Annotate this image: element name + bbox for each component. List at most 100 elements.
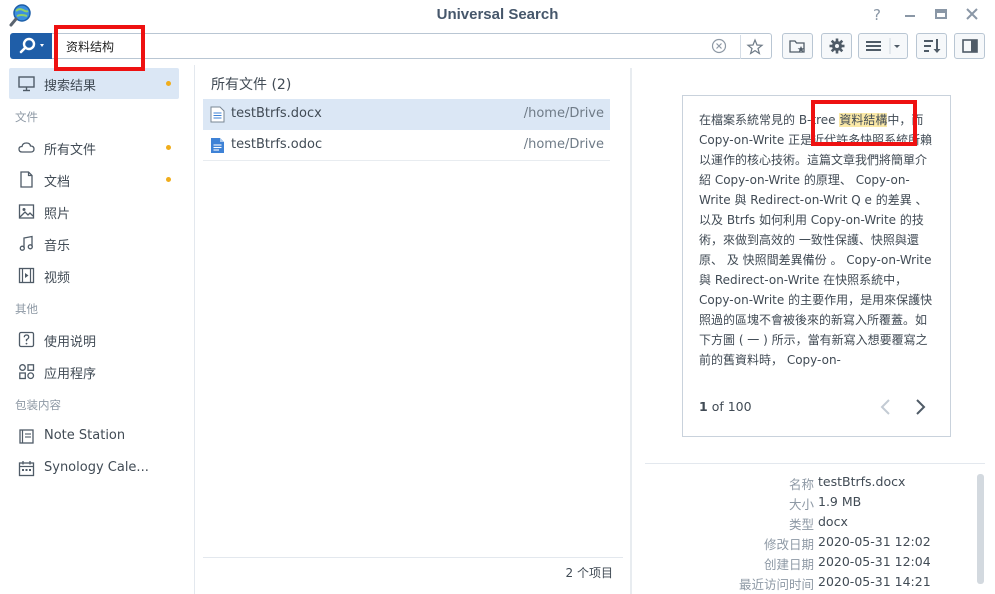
sidebar-item-search-results[interactable]: 搜索结果: [9, 68, 179, 99]
sidebar-item-documents[interactable]: 文档: [9, 164, 179, 195]
panel-divider[interactable]: [630, 68, 632, 594]
detail-key: 名称: [788, 477, 814, 492]
sidebar: 搜索结果 文件 所有文件 文档 照片 音乐 视频 其他 使用说明 应用程序 包装…: [0, 65, 195, 594]
detail-row-name: 名称 testBtrfs.docx: [645, 472, 975, 492]
close-icon[interactable]: [962, 5, 982, 25]
sidebar-item-apps[interactable]: 应用程序: [9, 356, 179, 387]
detail-row-modified: 修改日期 2020-05-31 12:02: [645, 532, 975, 552]
result-name: testBtrfs.odoc: [231, 137, 323, 152]
calendar-icon: [18, 461, 35, 477]
sidebar-item-label: 照片: [44, 207, 71, 222]
image-icon: [18, 204, 35, 219]
sidebar-item-calendar[interactable]: Synology Cale...: [9, 453, 179, 484]
detail-row-created: 创建日期 2020-05-31 12:04: [645, 552, 975, 572]
sidebar-item-label: 音乐: [44, 239, 71, 254]
sidebar-item-all-files[interactable]: 所有文件: [9, 132, 179, 163]
favorite-star-icon[interactable]: [740, 35, 766, 59]
sidebar-section-other: 其他: [15, 302, 38, 316]
annotation-box-search: [54, 25, 145, 71]
result-path: /home/Drive: [523, 106, 604, 121]
sidebar-item-label: 使用说明: [44, 335, 97, 350]
sidebar-item-music[interactable]: 音乐: [9, 228, 179, 259]
detail-key: 类型: [788, 517, 814, 532]
total-pages: of 100: [711, 399, 752, 414]
page-indicator: 1 of 100: [699, 399, 752, 414]
preview-panel-icon: [961, 39, 978, 53]
sidebar-item-videos[interactable]: 视频: [9, 260, 179, 291]
apps-icon: [19, 364, 35, 380]
document-icon: [20, 171, 33, 188]
new-results-dot: [166, 145, 171, 150]
detail-key: 最近访问时间: [738, 577, 814, 592]
sidebar-item-label: 应用程序: [44, 367, 97, 382]
detail-row-size: 大小 1.9 MB: [645, 492, 975, 512]
search-button[interactable]: [10, 33, 52, 59]
detail-value: 2020-05-31 12:04: [818, 554, 931, 569]
sidebar-item-note-station[interactable]: Note Station: [9, 421, 179, 452]
preview-text: 在檔案系統常見的 B-tree 資料結構中，而 Copy-on-Write 正是…: [699, 110, 935, 376]
sidebar-item-help[interactable]: 使用说明: [9, 324, 179, 355]
view-menu-icon: [866, 38, 900, 54]
sidebar-item-label: 视频: [44, 271, 71, 286]
new-results-dot: [166, 81, 171, 86]
results-footer: 2 个项目: [203, 557, 623, 581]
docx-file-icon: [210, 106, 225, 123]
result-row[interactable]: testBtrfs.docx /home/Drive: [203, 99, 610, 130]
result-row[interactable]: testBtrfs.odoc /home/Drive: [203, 130, 610, 161]
detail-key: 修改日期: [763, 537, 814, 552]
window-title: Universal Search: [436, 6, 559, 23]
sidebar-item-label: 文档: [44, 175, 71, 190]
sidebar-item-label: 所有文件: [44, 143, 97, 158]
sidebar-item-label: 搜索结果: [44, 79, 97, 94]
annotation-box-highlight: [811, 100, 917, 146]
saved-searches-icon: [788, 40, 805, 53]
results-panel: 所有文件 (2) testBtrfs.docx /home/Drive test…: [196, 65, 630, 594]
current-page: 1: [699, 399, 708, 414]
search-field[interactable]: [52, 33, 772, 59]
minimize-icon[interactable]: [900, 5, 920, 25]
result-path: /home/Drive: [523, 137, 604, 152]
detail-key: 大小: [788, 497, 814, 512]
help-icon: [18, 331, 35, 348]
chevron-right-icon[interactable]: [913, 398, 927, 416]
settings-icon: [829, 38, 844, 54]
result-name: testBtrfs.docx: [231, 106, 322, 121]
sort-button[interactable]: [916, 33, 947, 59]
search-icon: [19, 37, 44, 54]
cloud-icon: [18, 142, 35, 153]
detail-key: 创建日期: [763, 557, 814, 572]
music-icon: [19, 235, 33, 251]
new-results-dot: [166, 177, 171, 182]
chevron-left-icon[interactable]: [879, 398, 893, 416]
clear-icon[interactable]: [711, 38, 727, 54]
sidebar-item-label: Synology Cale...: [44, 460, 149, 475]
details-scrollbar[interactable]: [977, 474, 984, 584]
view-menu-button[interactable]: [858, 33, 908, 59]
title-bar: Universal Search ?: [0, 0, 995, 30]
sidebar-section-files: 文件: [15, 110, 38, 124]
details-divider: [645, 463, 985, 464]
universal-search-window: Universal Search ? 资料结构 搜索结果 文件 所有文件 文档 …: [0, 0, 995, 594]
detail-value: 1.9 MB: [818, 494, 862, 509]
preview-panel-button[interactable]: [954, 33, 985, 59]
detail-value: testBtrfs.docx: [818, 474, 906, 489]
detail-value: 2020-05-31 14:21: [818, 574, 931, 589]
search-input[interactable]: [66, 37, 686, 56]
odoc-file-icon: [211, 138, 224, 153]
sidebar-item-photos[interactable]: 照片: [9, 196, 179, 227]
detail-row-accessed: 最近访问时间 2020-05-31 14:21: [645, 572, 975, 592]
sidebar-section-packages: 包装内容: [15, 398, 61, 412]
preview-panel: 在檔案系統常見的 B-tree 資料結構中，而 Copy-on-Write 正是…: [682, 95, 951, 437]
results-title: 所有文件 (2): [211, 77, 292, 93]
detail-value: 2020-05-31 12:02: [818, 534, 931, 549]
detail-value: docx: [818, 514, 848, 529]
saved-searches-button[interactable]: [782, 33, 813, 59]
sort-icon: [923, 39, 940, 53]
detail-row-type: 类型 docx: [645, 512, 975, 532]
maximize-icon[interactable]: [931, 5, 951, 25]
results-count: 2 个项目: [565, 566, 613, 580]
preview-text-after: 中，而 Copy-on-Write 正是近代許多快照系統所賴以運作的核心技術。這…: [699, 113, 933, 367]
help-icon[interactable]: ?: [867, 5, 887, 25]
settings-button[interactable]: [821, 33, 852, 59]
note-icon: [19, 429, 34, 444]
